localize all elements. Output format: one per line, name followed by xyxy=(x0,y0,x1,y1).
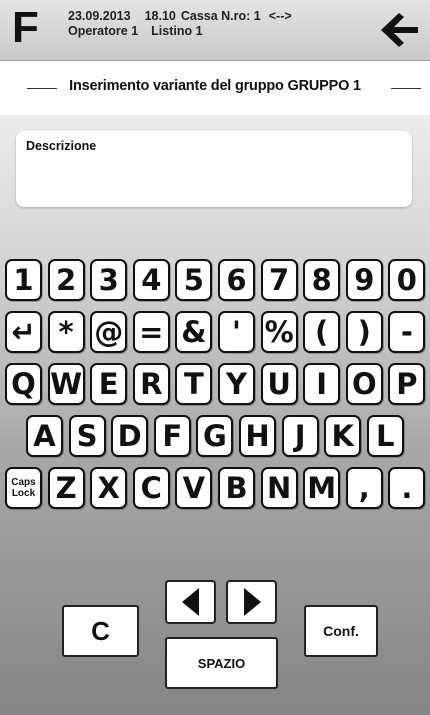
key-4[interactable]: 4 xyxy=(132,259,170,301)
app-window: F 23.09.2013 18.10 Cassa N.ro: 1 <--> Opera… xyxy=(0,0,430,715)
cassa-text: Cassa N.ro: 1 xyxy=(180,9,261,23)
triangle-right-icon xyxy=(243,588,261,616)
key-t[interactable]: T xyxy=(175,363,213,405)
key-5[interactable]: 5 xyxy=(175,259,213,301)
title-divider-right xyxy=(391,88,421,89)
main-panel: Descrizione 1234567890 ↵ * @ = & '%() - QWERTY… xyxy=(0,115,430,715)
key-v[interactable]: V xyxy=(175,467,213,509)
asterisk-key[interactable]: * xyxy=(47,311,85,353)
operator-text: Operatore 1 xyxy=(68,24,139,38)
status-info: 23.09.2013 18.10 Cassa N.ro: 1 <--> Operato… xyxy=(68,9,306,39)
key-1[interactable]: 1 xyxy=(5,259,42,301)
cursor-left-button[interactable] xyxy=(165,580,216,624)
caps-lock-key[interactable]: Caps Lock xyxy=(5,467,42,509)
key-0[interactable]: 0 xyxy=(388,259,426,301)
enter-key[interactable]: ↵ xyxy=(5,311,42,353)
app-logo: F xyxy=(12,3,39,52)
key-2[interactable]: 2 xyxy=(47,259,85,301)
key-h[interactable]: H xyxy=(239,415,276,457)
key-k[interactable]: K xyxy=(324,415,362,457)
key-b[interactable]: B xyxy=(218,467,255,509)
key-r[interactable]: R xyxy=(132,363,170,405)
key-x[interactable]: X xyxy=(90,467,128,509)
period-key[interactable]: . xyxy=(388,467,426,509)
key-i[interactable]: I xyxy=(303,363,341,405)
key-n[interactable]: N xyxy=(260,467,298,509)
key-f[interactable]: F xyxy=(153,415,191,457)
key-9[interactable]: 9 xyxy=(345,259,383,301)
key-u[interactable]: U xyxy=(260,363,298,405)
key-q[interactable]: Q xyxy=(5,363,42,405)
cursor-right-button[interactable] xyxy=(226,580,277,624)
key-d[interactable]: D xyxy=(111,415,149,457)
keyboard-row-4: ASDFGHJKL xyxy=(0,415,430,459)
time-text: 18.10 xyxy=(144,9,176,23)
keyboard-row-1: 1234567890 xyxy=(0,259,430,303)
percent-key[interactable]: % xyxy=(260,311,298,353)
confirm-button[interactable]: Conf. xyxy=(304,605,378,657)
key-7[interactable]: 7 xyxy=(260,259,298,301)
open-paren-key[interactable]: ( xyxy=(303,311,341,353)
key-6[interactable]: 6 xyxy=(218,259,255,301)
clear-button[interactable]: C xyxy=(62,605,139,657)
key-c[interactable]: C xyxy=(132,467,170,509)
space-button[interactable]: SPAZIO xyxy=(165,637,278,689)
keyboard-row-5: Caps Lock Z X C V B N M,. xyxy=(0,467,430,511)
at-key[interactable]: @ xyxy=(90,311,128,353)
minus-key[interactable]: - xyxy=(388,311,426,353)
apostrophe-key[interactable]: ' xyxy=(218,311,255,353)
key-3[interactable]: 3 xyxy=(90,259,128,301)
key-e[interactable]: E xyxy=(90,363,128,405)
header-bar: F 23.09.2013 18.10 Cassa N.ro: 1 <--> Opera… xyxy=(0,0,430,61)
description-label: Descrizione xyxy=(26,139,97,153)
key-o[interactable]: O xyxy=(345,363,383,405)
title-bar: Inserimento variante del gruppo GRUPPO 1 xyxy=(0,61,430,115)
key-a[interactable]: A xyxy=(26,415,63,457)
key-w[interactable]: W xyxy=(47,363,85,405)
keyboard-row-3: QWERTYUIOP xyxy=(0,363,430,407)
page-title: Inserimento variante del gruppo GRUPPO 1 xyxy=(69,78,361,94)
key-m[interactable]: M xyxy=(303,467,341,509)
key-8[interactable]: 8 xyxy=(303,259,341,301)
description-field[interactable]: Descrizione xyxy=(16,131,412,207)
left-arrow-icon xyxy=(381,13,418,47)
comma-key[interactable]: , xyxy=(345,467,383,509)
key-g[interactable]: G xyxy=(196,415,234,457)
listino-text: Listino 1 xyxy=(151,24,203,38)
close-paren-key[interactable]: ) xyxy=(345,311,383,353)
date-text: 23.09.2013 xyxy=(68,9,131,23)
link-indicator: <--> xyxy=(268,9,292,23)
key-p[interactable]: P xyxy=(388,363,426,405)
key-l[interactable]: L xyxy=(366,415,404,457)
key-j[interactable]: J xyxy=(281,415,319,457)
back-button[interactable] xyxy=(378,10,422,50)
keyboard-row-2: ↵ * @ = & '%() - xyxy=(0,311,430,355)
equals-key[interactable]: = xyxy=(132,311,170,353)
key-z[interactable]: Z xyxy=(47,467,85,509)
key-y[interactable]: Y xyxy=(218,363,255,405)
triangle-left-icon xyxy=(181,588,199,616)
ampersand-key[interactable]: & xyxy=(175,311,213,353)
key-s[interactable]: S xyxy=(68,415,106,457)
